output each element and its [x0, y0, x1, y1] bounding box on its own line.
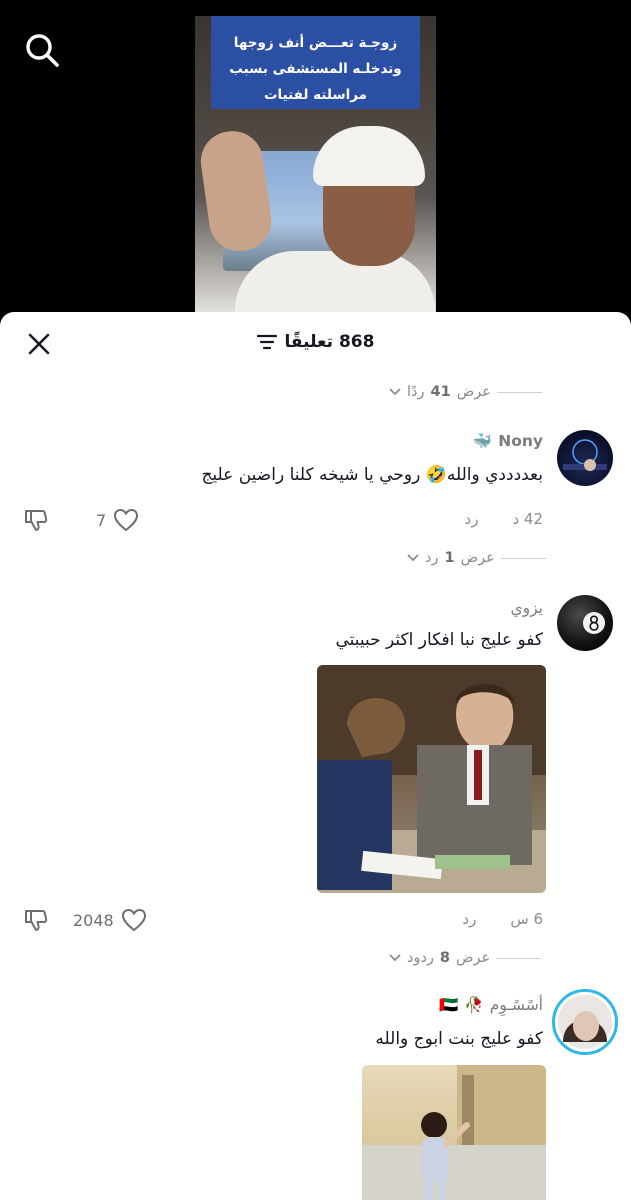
- divider-line: [496, 391, 542, 393]
- username-text: Nony: [498, 432, 543, 450]
- divider-line: [500, 557, 546, 559]
- view-replies-label: عرض: [460, 550, 495, 566]
- username-text: يزوي: [510, 599, 543, 617]
- reply-button[interactable]: رد: [465, 510, 479, 528]
- video-caption: زوجـة تعـــض أنف زوجها وتدخلـه المستشفى …: [211, 16, 420, 109]
- avatar[interactable]: [557, 430, 613, 486]
- replies-count: 41: [430, 384, 451, 400]
- view-replies-button[interactable]: عرض 1 رد: [407, 550, 546, 566]
- comments-sheet: 868 تعليقًا عرض 41 ردًا Nony 🐳 بعددددي و…: [0, 312, 631, 1200]
- dislike-icon[interactable]: [22, 906, 50, 934]
- meme-illustration: [317, 665, 546, 893]
- heart-icon[interactable]: [112, 506, 140, 534]
- comment-image[interactable]: [317, 665, 546, 893]
- comment-image[interactable]: [362, 1065, 546, 1200]
- sheet-header: 868 تعليقًا: [0, 312, 631, 376]
- comment-text: كفو عليج نبا افكار اكثر حبيبتي: [335, 630, 543, 650]
- comments-count-title[interactable]: 868 تعليقًا: [0, 332, 631, 352]
- like-count: 7: [96, 510, 107, 530]
- rose-icon: 🥀: [464, 996, 484, 1014]
- view-replies-button[interactable]: عرض 41 ردًا: [389, 384, 542, 400]
- whale-icon: 🐳: [472, 432, 493, 450]
- search-icon[interactable]: [22, 30, 62, 70]
- avatar-image: [563, 439, 607, 471]
- username-text: أسًسًـوِم: [489, 996, 543, 1014]
- comment-time: 42 د: [512, 510, 543, 528]
- like-group: 7: [96, 506, 140, 534]
- person-headwear: [313, 126, 425, 186]
- view-replies-label: عرض: [456, 384, 491, 400]
- view-replies-button[interactable]: عرض 8 ردود: [389, 950, 542, 966]
- replies-count: 8: [439, 950, 451, 966]
- eight-ball-icon: [583, 612, 605, 634]
- replies-unit: ردًا: [407, 384, 425, 400]
- comment-username[interactable]: Nony 🐳: [473, 432, 543, 450]
- person-hand: [196, 127, 276, 255]
- like-group: 2048: [73, 906, 148, 934]
- comment-time: 6 س: [510, 910, 543, 928]
- baby-illustration: [362, 1065, 546, 1200]
- comment-text: كفو عليج بنت ابوج والله: [375, 1029, 543, 1049]
- replies-unit: رد: [425, 550, 439, 566]
- heart-icon[interactable]: [120, 906, 148, 934]
- chevron-down-icon: [407, 554, 419, 562]
- dislike-icon[interactable]: [22, 506, 50, 534]
- comment-meta: 6 س رد: [462, 910, 543, 928]
- filter-icon: [256, 334, 277, 350]
- reply-button[interactable]: رد: [462, 910, 476, 928]
- chevron-down-icon: [389, 388, 401, 396]
- uae-flag-icon: 🇦🇪: [439, 996, 459, 1014]
- chevron-down-icon: [389, 954, 401, 962]
- comment-meta: 42 د رد: [465, 510, 543, 528]
- comment-text: بعددددي والله🤣 روحي يا شيخه كلنا راضين ع…: [201, 465, 543, 485]
- avatar-image: [558, 995, 612, 1049]
- person-body: [235, 251, 435, 316]
- video-thumbnail: زوجـة تعـــض أنف زوجها وتدخلـه المستشفى …: [195, 16, 436, 316]
- comments-count: 868 تعليقًا: [284, 332, 375, 352]
- view-replies-label: عرض: [456, 950, 491, 966]
- comment-username[interactable]: يزوي: [511, 599, 543, 617]
- video-player[interactable]: زوجـة تعـــض أنف زوجها وتدخلـه المستشفى …: [0, 0, 631, 330]
- replies-count: 1: [444, 550, 455, 566]
- avatar[interactable]: [552, 989, 618, 1055]
- comment-username[interactable]: أسًسًـوِم 🥀 🇦🇪: [439, 996, 543, 1014]
- avatar[interactable]: [557, 595, 613, 651]
- divider-line: [496, 957, 542, 959]
- replies-unit: ردود: [407, 950, 434, 966]
- like-count: 2048: [73, 910, 114, 930]
